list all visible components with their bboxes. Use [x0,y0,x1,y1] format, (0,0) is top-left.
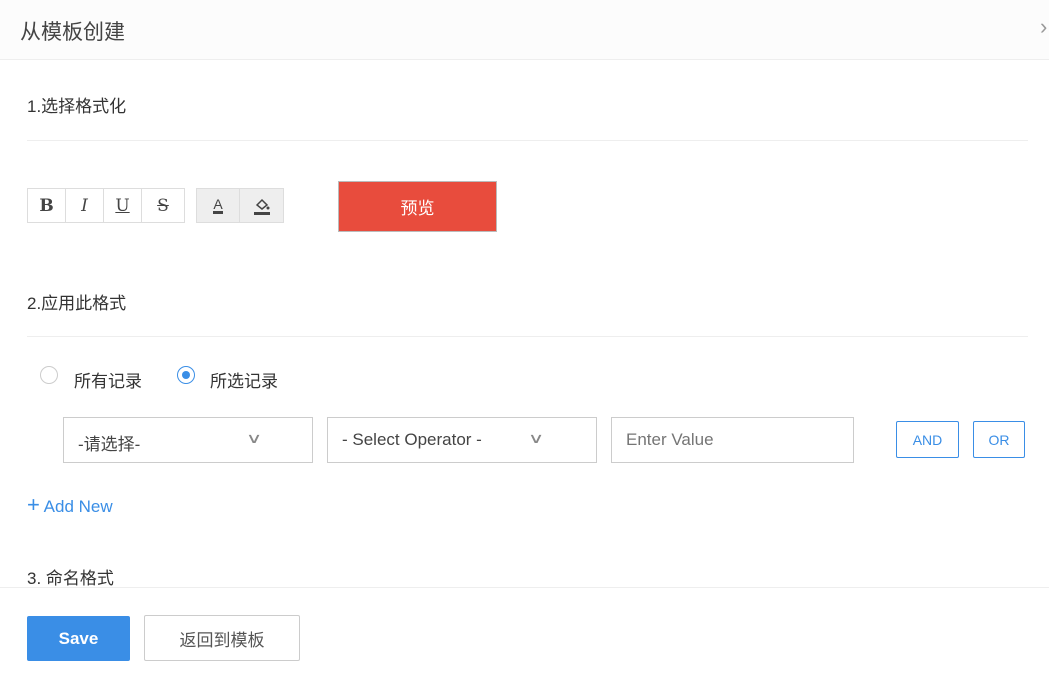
color-toolbar: A [196,188,284,223]
field-select-value: -请选择- [78,435,141,454]
text-style-toolbar: B I U S [27,188,185,223]
bold-button[interactable]: B [28,189,66,222]
or-button[interactable]: OR [973,421,1025,458]
operator-select-value: - Select Operator - [342,430,482,449]
selected-records-label: 所选记录 [210,372,278,391]
chevron-down-icon: ∨ [527,430,545,446]
section-name-title: 3. 命名格式 [27,569,114,588]
section-format-title: 1.选择格式化 [27,97,127,116]
all-records-radio[interactable] [40,366,58,384]
fill-color-button[interactable] [240,189,283,222]
preview-button[interactable]: 预览 [338,181,497,232]
italic-button[interactable]: I [66,189,104,222]
add-new-link[interactable]: + Add New [27,494,113,517]
add-new-label: Add New [43,497,113,516]
font-color-icon: A [213,196,223,214]
dialog-title: 从模板创建 [20,21,125,44]
font-color-button[interactable]: A [197,189,240,222]
operator-select[interactable]: - Select Operator - ∨ [327,417,597,463]
section-apply-title: 2.应用此格式 [27,294,127,313]
save-button[interactable]: Save [27,616,130,661]
value-input[interactable] [611,417,854,463]
strikethrough-button[interactable]: S [142,189,184,222]
all-records-label: 所有记录 [74,372,142,391]
dialog-header: 从模板创建 › [0,0,1049,60]
selected-records-radio[interactable] [177,366,195,384]
plus-icon: + [27,492,40,517]
chevron-down-icon: ∨ [245,430,263,446]
field-select[interactable]: -请选择- ∨ [63,417,313,463]
divider [27,140,1028,141]
and-button[interactable]: AND [896,421,959,458]
close-icon[interactable]: › [1040,14,1047,40]
underline-button[interactable]: U [104,189,142,222]
divider [27,336,1028,337]
back-to-template-button[interactable]: 返回到模板 [144,615,300,661]
paint-bucket-icon [253,198,270,215]
